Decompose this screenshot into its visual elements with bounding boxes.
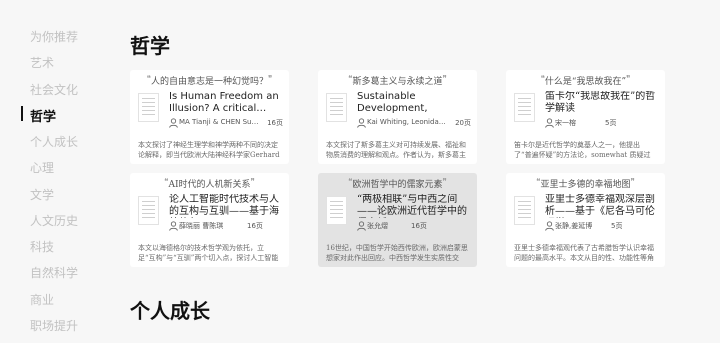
card-title: 亚里士多德幸福观深层剖析——基于《尼各马可伦理学…: [545, 194, 655, 217]
sidebar-item-literature[interactable]: 文学: [30, 186, 54, 203]
document-thumbnail: [326, 93, 347, 122]
quote-mark-icon: ❞: [626, 74, 631, 83]
card-author: 张允熠: [367, 222, 388, 230]
card-pages: 5页: [611, 222, 623, 230]
card-meta: 张允熠 16页: [357, 221, 471, 232]
card-topic: ❝欧洲哲学中的儒家元素❞: [348, 177, 447, 190]
sidebar-item-philosophy[interactable]: 哲学: [30, 106, 56, 125]
card-topic: ❝人的自由意志是一种幻觉吗？❞: [146, 74, 273, 87]
card-title: 笛卡尔“我思故我在”的哲学解读: [545, 91, 656, 114]
card-meta: 宋一榕 5页: [545, 118, 659, 129]
section-title-personal-growth: 个人成长: [130, 299, 210, 323]
sidebar-item-natural-science[interactable]: 自然科学: [30, 264, 78, 281]
quote-mark-icon: ❞: [250, 177, 255, 186]
sidebar-item-art[interactable]: 艺术: [30, 54, 54, 71]
document-thumbnail: [138, 93, 159, 122]
author-icon: [357, 221, 366, 231]
document-thumbnail: [514, 93, 535, 122]
quote-mark-icon: ❞: [268, 74, 273, 83]
card-description: 亚里士多德幸福观代表了古希腊哲学认识幸福问题的最高水平。本文从目的性、功能性等角…: [514, 244, 654, 262]
sidebar-item-career[interactable]: 职场提升: [30, 317, 78, 334]
card-description: 16世纪，中国哲学开始西传欧洲，欧洲启蒙思想家对此作出回应。中西哲学发生实质性交…: [326, 244, 468, 262]
card-title: Sustainable Development, Wellbeing and M…: [357, 91, 428, 114]
sidebar-item-recommended[interactable]: 为你推荐: [30, 28, 78, 45]
author-icon: [169, 118, 178, 128]
document-card[interactable]: ❝什么是“我思故我在”❞ 笛卡尔“我思故我在”的哲学解读 宋一榕 5页 笛卡尔是…: [506, 70, 665, 164]
quote-mark-icon: ❞: [442, 177, 447, 186]
section-title-philosophy: 哲学: [130, 34, 170, 58]
sidebar-item-psychology[interactable]: 心理: [30, 159, 54, 176]
card-pages: 20页: [455, 119, 471, 127]
document-thumbnail: [138, 196, 159, 225]
document-card[interactable]: ❝欧洲哲学中的儒家元素❞ “两极相联”与中西之间——论欧洲近代哲学中的儒家哲… …: [318, 173, 477, 267]
document-card[interactable]: ❝斯多葛主义与永续之道❞ Sustainable Development, We…: [318, 70, 477, 164]
author-icon: [545, 118, 554, 128]
quote-mark-icon: ❞: [442, 74, 447, 83]
card-author: 薛晓丽 曹陈琪: [179, 222, 224, 230]
card-meta: Kai Whiting, Leonidas K… 20页: [357, 118, 471, 129]
card-description: 本文以海德格尔的技术哲学观为依托，立足“互构”与“互驯”两个切入点，探讨人工智能…: [138, 244, 279, 262]
card-description: 本文探讨了斯多葛主义对可持续发展、福祉和物质消费的理解和观点。作者认为，斯多葛主…: [326, 141, 466, 159]
card-title: 论人工智能时代技术与人的互构与互驯——基于海德格尔…: [169, 194, 279, 217]
card-author: MA Tianji & CHEN Sun-C…: [179, 118, 261, 126]
card-meta: MA Tianji & CHEN Sun-C… 16页: [169, 118, 283, 129]
card-topic: ❝AI时代的人机新关系❞: [164, 177, 255, 190]
card-meta: 薛晓丽 曹陈琪 16页: [169, 221, 283, 232]
card-author: 宋一榕: [555, 119, 576, 127]
card-title: Is Human Freedom an Illusion? A critical…: [169, 91, 279, 114]
document-thumbnail: [326, 196, 347, 225]
sidebar-item-personal-growth[interactable]: 个人成长: [30, 133, 78, 150]
category-sidebar: 为你推荐 艺术 社会文化 哲学 个人成长 心理 文学 人文历史 科技 自然科学 …: [0, 0, 100, 343]
card-description: 本文探讨了神经生理学和神学两种不同的决定论解释，即当代欧洲大陆神经科学家Gerh…: [138, 141, 280, 159]
author-icon: [169, 221, 178, 231]
author-icon: [545, 221, 554, 231]
document-card[interactable]: ❝亚里士多德的幸福地图❞ 亚里士多德幸福观深层剖析——基于《尼各马可伦理学… 张…: [506, 173, 665, 267]
sidebar-item-business[interactable]: 商业: [30, 291, 54, 308]
card-title: “两极相联”与中西之间——论欧洲近代哲学中的儒家哲…: [357, 194, 467, 217]
author-icon: [357, 118, 366, 128]
sidebar-item-technology[interactable]: 科技: [30, 238, 54, 255]
document-card[interactable]: ❝AI时代的人机新关系❞ 论人工智能时代技术与人的互构与互驯——基于海德格尔… …: [130, 173, 289, 267]
card-author: Kai Whiting, Leonidas K…: [367, 118, 449, 126]
sidebar-item-humanities-history[interactable]: 人文历史: [30, 212, 78, 229]
document-card[interactable]: ❝人的自由意志是一种幻觉吗？❞ Is Human Freedom an Illu…: [130, 70, 289, 164]
active-indicator: [21, 106, 23, 121]
card-author: 张静,姜延博: [555, 222, 593, 230]
card-pages: 5页: [605, 119, 617, 127]
card-meta: 张静,姜延博 5页: [545, 221, 659, 232]
sidebar-item-society-culture[interactable]: 社会文化: [30, 81, 78, 98]
card-topic: ❝斯多葛主义与永续之道❞: [348, 74, 447, 87]
card-topic: ❝什么是“我思故我在”❞: [540, 74, 631, 87]
card-pages: 16页: [411, 222, 427, 230]
quote-mark-icon: ❞: [630, 177, 635, 186]
document-thumbnail: [514, 196, 535, 225]
card-pages: 16页: [247, 222, 263, 230]
card-pages: 16页: [267, 119, 283, 127]
card-topic: ❝亚里士多德的幸福地图❞: [536, 177, 635, 190]
card-description: 笛卡尔是近代哲学的奠基人之一，他提出了“普遍怀疑”的方法论，somewhat 质…: [514, 141, 651, 159]
